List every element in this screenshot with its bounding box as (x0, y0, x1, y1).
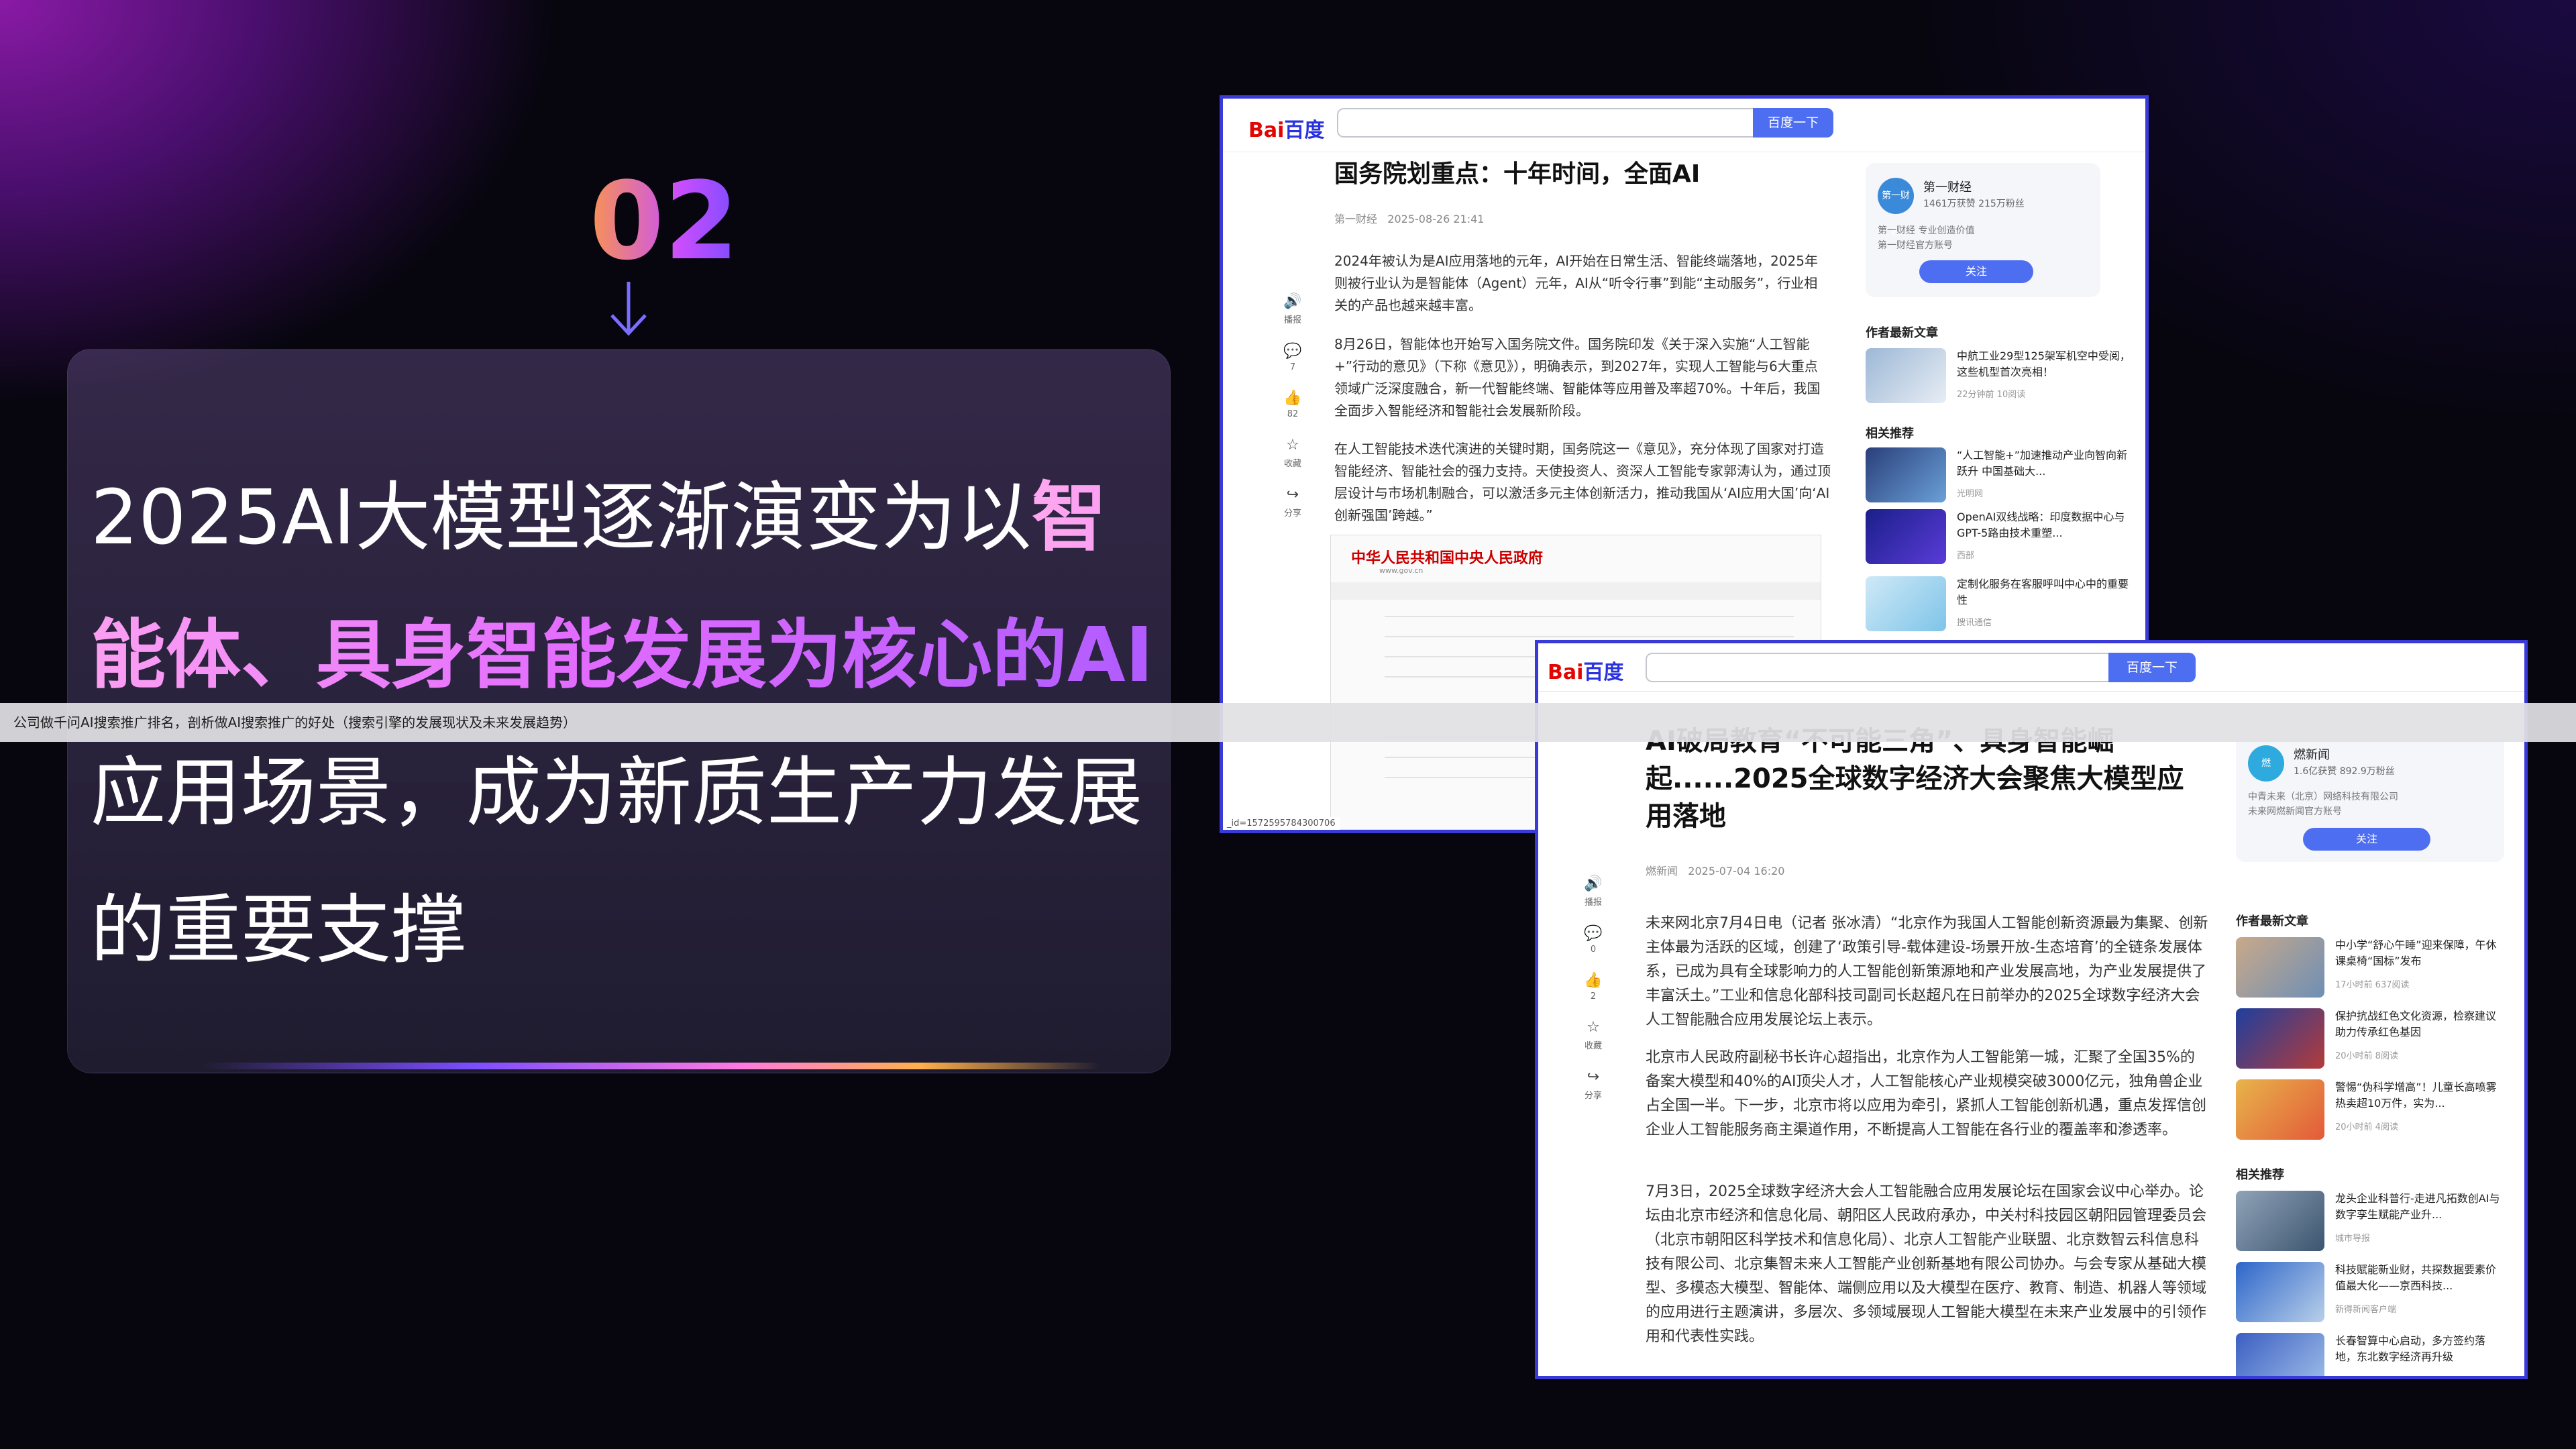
thumbs-up-icon: 👍 (1584, 972, 1603, 989)
broadcast-button[interactable]: 🔊 播报 (1279, 293, 1306, 325)
search-button[interactable]: 百度一下 (1753, 108, 1833, 138)
speaker-icon: 🔊 (1283, 293, 1302, 310)
favorite-button[interactable]: ☆ 收藏 (1279, 437, 1306, 469)
follow-button[interactable]: 关注 (1919, 260, 2033, 283)
list-item[interactable]: 龙头企业科普行-走进凡拓数创AI与数字孪生赋能产业升... 城市导报 (2236, 1191, 2504, 1258)
article-date: 2025-08-26 21:41 (1387, 213, 1485, 225)
search-input[interactable] (1337, 108, 1753, 138)
card-accent-line (201, 1063, 1100, 1069)
arrow-down-icon (610, 282, 647, 336)
browser-screenshot-2: Bai百度 百度一下 AI破局教育“不可能三角”、具身智能崛起......202… (1535, 640, 2528, 1379)
comment-button[interactable]: 💬 0 (1580, 925, 1607, 955)
paragraph-2: 8月26日，智能体也开始写入国务院文件。国务院印发《关于深入实施“人工智能+”行… (1334, 336, 1821, 419)
author-card: 第一财经 第一财经 1461万获赞 215万粉丝 第一财经 专业创造价值 第一财… (1866, 163, 2100, 297)
comment-icon: 💬 (1283, 343, 1302, 360)
article-thumbnail (1866, 348, 1946, 403)
side-actions: 🔊 播报 💬 0 👍 2 ☆ 收藏 ↪ 分享 (1580, 875, 1607, 1118)
url-footer: _id=1572595784300706 (1223, 817, 1340, 830)
search-input[interactable] (1646, 653, 2108, 682)
share-icon: ↪ (1286, 486, 1299, 503)
like-button[interactable]: 👍 2 (1580, 972, 1607, 1002)
article-source[interactable]: 第一财经 (1334, 213, 1377, 225)
follow-button[interactable]: 关注 (2303, 828, 2430, 851)
article-thumbnail (2236, 1333, 2324, 1376)
broadcast-button[interactable]: 🔊 播报 (1580, 875, 1607, 908)
baidu-logo[interactable]: Bai百度 (1548, 655, 1623, 685)
avatar[interactable]: 燃 (2248, 745, 2284, 782)
author-desc-2: 第一财经官方账号 (1878, 240, 1953, 251)
headline-part-1: 2025AI大模型逐渐演变为以 (91, 474, 1032, 561)
paragraph-3: 7月3日，2025全球数字经济大会人工智能融合应用发展论坛在国家会议中心举办。论… (1646, 1183, 2207, 1345)
like-button[interactable]: 👍 82 (1279, 390, 1306, 419)
author-name[interactable]: 第一财经 (1923, 178, 1972, 195)
baidu-topbar: Bai百度 百度一下 (1223, 99, 2145, 152)
search-button[interactable]: 百度一下 (2108, 653, 2196, 682)
share-button[interactable]: ↪ 分享 (1580, 1069, 1607, 1101)
list-item[interactable]: 中航工业29型125架军机空中受阅，这些机型首次亮相！ 22分钟前 10阅读 (1866, 348, 2134, 415)
section-author-articles: 作者最新文章 (1866, 326, 1938, 340)
star-icon: ☆ (1587, 1019, 1600, 1036)
baidu-topbar: Bai百度 百度一下 (1538, 643, 2524, 692)
author-card: 燃 燃新闻 1.6亿获赞 892.9万粉丝 中青未来（北京）网络科技有限公司 未… (2236, 731, 2504, 862)
baidu-logo[interactable]: Bai百度 (1248, 113, 1324, 143)
list-item[interactable]: 定制化服务在客服呼叫中心中的重要性 搜讯通信 (1866, 576, 2134, 643)
list-item[interactable]: 长春智算中心启动，多方签约落地，东北数字经济再升级 (2236, 1333, 2504, 1376)
avatar[interactable]: 第一财经 (1878, 178, 1914, 237)
author-fans: 1461万获赞 215万粉丝 (1923, 199, 2025, 209)
article-thumbnail (1866, 509, 1946, 564)
share-button[interactable]: ↪ 分享 (1279, 486, 1306, 519)
section-author-articles: 作者最新文章 (2236, 914, 2308, 928)
article-thumbnail (2236, 1191, 2324, 1251)
article-thumbnail (2236, 1079, 2324, 1140)
paragraph-1: 2024年被认为是AI应用落地的元年，AI开始在日常生活、智能终端落地，2025… (1334, 253, 1818, 313)
gov-site-title: 中华人民共和国中央人民政府 (1351, 550, 1544, 567)
star-icon: ☆ (1286, 437, 1299, 453)
list-item[interactable]: 保护抗战红色文化资源，检察建议助力传承红色基因 20小时前 8阅读 (2236, 1008, 2504, 1075)
article-thumbnail (2236, 1262, 2324, 1322)
share-icon: ↪ (1587, 1069, 1600, 1085)
list-item[interactable]: 警惕“伪科学增高”！儿童长高喷雾热卖超10万件，实为... 20小时前 4阅读 (2236, 1079, 2504, 1146)
side-actions: 🔊 播报 💬 7 👍 82 ☆ 收藏 ↪ 分享 (1279, 293, 1306, 536)
section-related: 相关推荐 (2236, 1168, 2284, 1182)
article-date: 2025-07-04 16:20 (1688, 865, 1785, 877)
author-desc-1: 第一财经 专业创造价值 (1878, 225, 1975, 236)
article-thumbnail (1866, 447, 1946, 502)
section-related: 相关推荐 (1866, 427, 1914, 441)
list-item[interactable]: 科技赋能新业财，共探数据要素价值最大化——京西科技... 新得新闻客户端 (2236, 1262, 2504, 1329)
slide-number: 02 (577, 168, 751, 275)
comment-button[interactable]: 💬 7 (1279, 343, 1306, 372)
article-meta: 第一财经 2025-08-26 21:41 (1334, 210, 1484, 226)
paragraph-2: 北京市人民政府副秘书长许心超指出，北京作为人工智能第一城，汇聚了全国35%的备案… (1646, 1049, 2207, 1138)
gov-site-url: www.gov.cn (1379, 566, 1424, 575)
speaker-icon: 🔊 (1584, 875, 1603, 892)
article-thumbnail (2236, 937, 2324, 998)
article-thumbnail (1866, 576, 1946, 631)
author-name[interactable]: 燃新闻 (2294, 745, 2330, 763)
favorite-button[interactable]: ☆ 收藏 (1580, 1019, 1607, 1051)
thumbs-up-icon: 👍 (1283, 390, 1302, 407)
article-meta: 燃新闻 2025-07-04 16:20 (1646, 862, 1784, 878)
author-fans: 1.6亿获赞 892.9万粉丝 (2294, 766, 2395, 777)
author-desc-2: 未来网燃新闻官方账号 (2248, 806, 2342, 817)
list-item[interactable]: “人工智能+”加速推动产业向智向新跃升 中国基础大... 光明网 (1866, 447, 2134, 515)
paragraph-3: 在人工智能技术迭代演进的关键时期，国务院这一《意见》，充分体现了国家对打造智能经… (1334, 441, 1831, 523)
author-desc-1: 中青未来（北京）网络科技有限公司 (2248, 792, 2398, 802)
list-item[interactable]: OpenAI双线战略：印度数据中心与GPT-5路由技术重塑... 西部 (1866, 509, 2134, 576)
article-title: 国务院划重点：十年时间，全面AI (1334, 160, 1701, 188)
comment-icon: 💬 (1584, 925, 1603, 942)
list-item[interactable]: 中小学“舒心午睡”迎来保障，午休课桌椅“国标”发布 17小时前 637阅读 (2236, 937, 2504, 1004)
banner-overlay: 公司做千问AI搜索推广排名，剖析做AI搜索推广的好处（搜索引擎的发展现状及未来发… (0, 703, 2576, 742)
paragraph-1: 未来网北京7月4日电（记者 张冰清）“北京作为我国人工智能创新资源最为集聚、创新… (1646, 915, 2208, 1028)
article-thumbnail (2236, 1008, 2324, 1069)
article-source[interactable]: 燃新闻 (1646, 865, 1678, 877)
headline-part-3: 应用场景，成为新质生产力发展的重要支撑 (91, 749, 1142, 974)
